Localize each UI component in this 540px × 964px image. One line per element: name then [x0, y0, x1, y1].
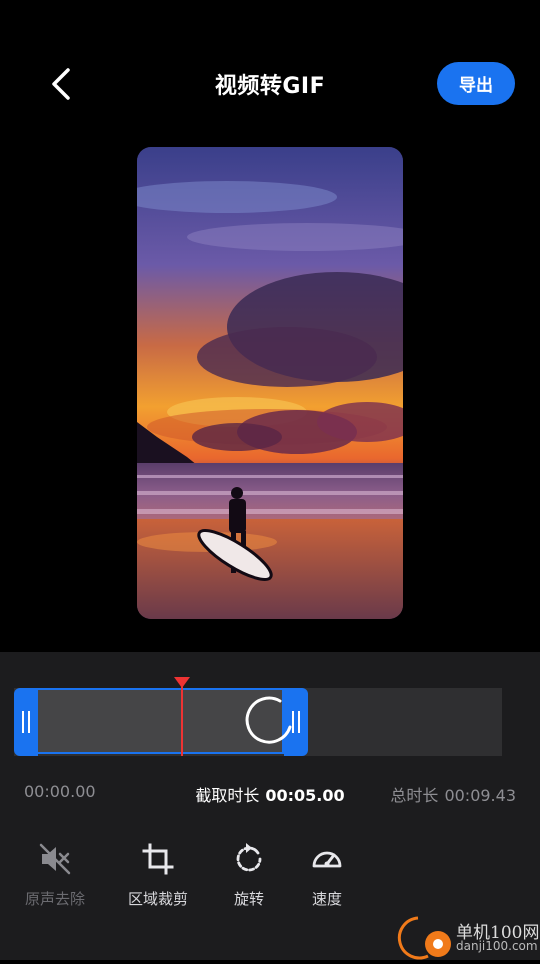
grip-icon: [22, 711, 30, 733]
video-preview[interactable]: [137, 147, 403, 619]
clip-duration-value: 00:05.00: [265, 786, 345, 805]
speed-label: 速度: [311, 890, 342, 908]
site-watermark: 单机100网 danji100.com: [388, 914, 540, 960]
total-duration: 总时长 00:09.43: [390, 782, 516, 806]
rotate-button[interactable]: 旋转: [204, 842, 294, 909]
rotate-label: 旋转: [233, 890, 264, 908]
clip-duration-label: 截取时长: [195, 786, 260, 805]
export-button[interactable]: 导出: [437, 62, 515, 105]
top-bar: 视频转GIF 导出: [0, 0, 540, 140]
crop-icon: [142, 843, 174, 875]
sunset-surfer-image: [137, 147, 403, 619]
speedometer-icon: [312, 851, 342, 868]
remove-audio-button[interactable]: 原声去除: [10, 842, 100, 909]
remove-audio-label: 原声去除: [24, 890, 85, 908]
time-info: 00:00.00 截取时长 00:05.00 总时长 00:09.43: [0, 782, 540, 806]
timeline-track[interactable]: [14, 677, 502, 756]
crop-label: 区域裁剪: [127, 890, 188, 908]
total-duration-value: 00:09.43: [444, 786, 516, 805]
watermark-logo-icon: [397, 916, 451, 960]
mute-speaker-icon: [39, 843, 71, 875]
rotate-icon: [236, 843, 262, 872]
playhead[interactable]: [181, 682, 183, 756]
watermark-url: danji100.com: [456, 939, 538, 953]
loading-spinner-icon: [245, 696, 292, 744]
speed-button[interactable]: 速度: [282, 842, 372, 909]
total-duration-label: 总时长: [390, 786, 439, 805]
crop-button[interactable]: 区域裁剪: [113, 842, 203, 909]
trim-start-handle[interactable]: [14, 688, 38, 756]
